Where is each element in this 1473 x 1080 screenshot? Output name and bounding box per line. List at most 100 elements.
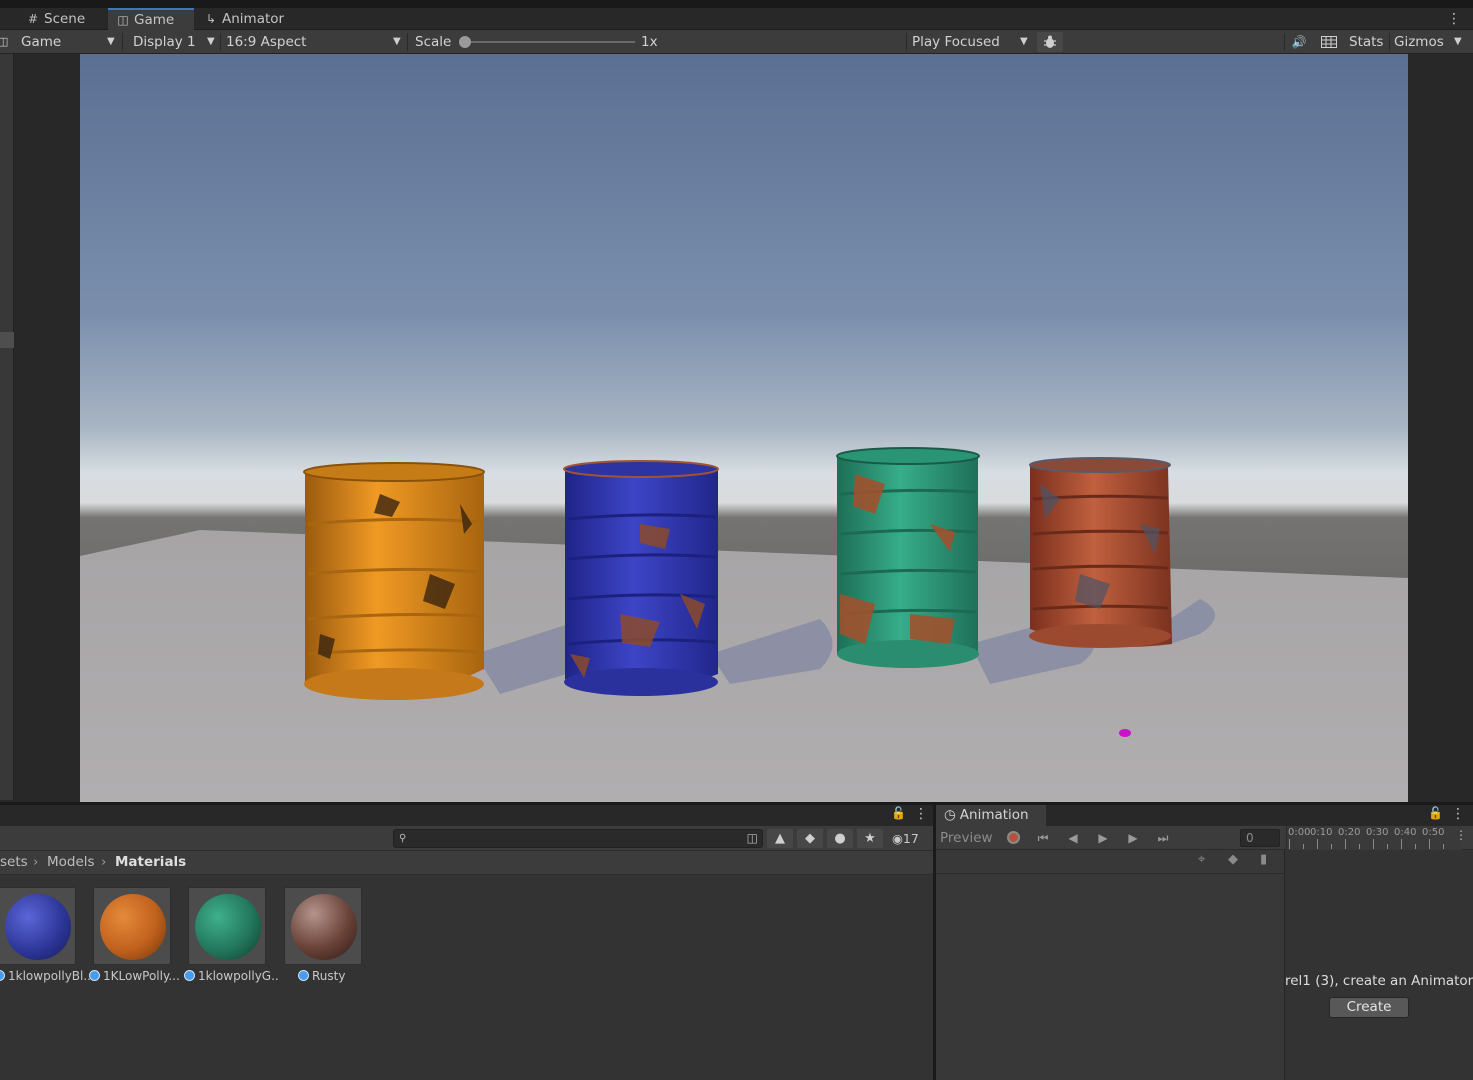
next-keyframe-icon[interactable]: ▶ bbox=[1120, 828, 1146, 848]
scale-slider-track[interactable] bbox=[463, 41, 635, 43]
toolbar-divider bbox=[1284, 33, 1285, 51]
ruler-tick bbox=[1415, 844, 1416, 849]
toolbar-divider bbox=[906, 33, 907, 51]
previous-keyframe-icon[interactable]: ◀ bbox=[1060, 828, 1086, 848]
ruler-tick bbox=[1401, 839, 1402, 849]
material-sphere bbox=[100, 894, 166, 960]
grid-icon: # bbox=[27, 12, 39, 26]
aspect-select-chevron-down-icon[interactable]: ▼ bbox=[393, 30, 401, 54]
filter-by-label-icon[interactable]: ◆ bbox=[797, 829, 823, 848]
left-panel-scroll-marker[interactable] bbox=[0, 332, 14, 348]
ruler-label: 0:10 bbox=[1310, 827, 1333, 838]
stats-button[interactable]: Stats bbox=[1349, 30, 1383, 54]
lock-icon[interactable]: 🔓 bbox=[1428, 806, 1443, 820]
add-keyframe-icon[interactable]: ◆ bbox=[1228, 852, 1238, 867]
eye-icon: ◉ bbox=[892, 831, 903, 846]
asset-thumbnail bbox=[0, 887, 76, 965]
display-select-chevron-down-icon[interactable]: ▼ bbox=[207, 30, 215, 54]
barrel-orange[interactable] bbox=[303, 462, 485, 700]
asset-label: Rusty bbox=[298, 969, 394, 983]
left-collapsed-panel bbox=[0, 54, 14, 800]
create-button[interactable]: Create bbox=[1329, 997, 1409, 1018]
search-by-type-icon[interactable]: ◫ bbox=[747, 830, 758, 847]
view-select-chevron-down-icon[interactable]: ▼ bbox=[107, 30, 115, 54]
tab-menu-kebab-icon[interactable]: ⋮ bbox=[1447, 10, 1461, 28]
display-select[interactable]: Display 1 bbox=[133, 30, 196, 54]
frame-field[interactable]: 0 bbox=[1240, 829, 1280, 847]
tab-animation[interactable]: ◷ Animation bbox=[936, 805, 1046, 826]
scale-value: 1x bbox=[641, 34, 658, 50]
material-icon bbox=[89, 970, 100, 981]
ruler-tick bbox=[1373, 839, 1374, 849]
breadcrumb-item[interactable]: sets bbox=[0, 851, 28, 873]
project-menu-kebab-icon[interactable]: ⋮ bbox=[914, 806, 928, 822]
barrel-green[interactable] bbox=[836, 447, 980, 668]
favorite-star-icon[interactable]: ★ bbox=[857, 829, 883, 848]
window-icon: ◫ bbox=[0, 35, 9, 48]
tab-animator[interactable]: ↳ Animator bbox=[196, 8, 294, 30]
barrel-blue[interactable] bbox=[563, 460, 719, 696]
animation-menu-kebab-icon[interactable]: ⋮ bbox=[1451, 806, 1465, 822]
hidden-count: 17 bbox=[902, 831, 919, 846]
ruler-tick bbox=[1443, 844, 1444, 849]
ruler-label: 0:50 bbox=[1422, 827, 1445, 838]
ruler-tick bbox=[1303, 844, 1304, 849]
editor-tab-bar: # Scene ◫ Game ↳ Animator ⋮ bbox=[0, 8, 1473, 30]
filter-by-selection-icon[interactable]: ⌖ bbox=[1198, 852, 1205, 867]
material-sphere bbox=[291, 894, 357, 960]
keyboard-icon[interactable] bbox=[1318, 32, 1340, 52]
play-mode-select[interactable]: Play Focused bbox=[912, 30, 1000, 54]
ruler-tick bbox=[1289, 839, 1290, 849]
tab-scene[interactable]: # Scene bbox=[18, 8, 95, 30]
search-icon: ⚲ bbox=[399, 833, 407, 844]
breadcrumb: sets › Models › Materials bbox=[0, 851, 933, 875]
toolbar-divider bbox=[122, 33, 123, 51]
lock-icon[interactable]: 🔓 bbox=[891, 806, 906, 820]
ruler-tick bbox=[1331, 844, 1332, 849]
scale-slider-thumb[interactable] bbox=[459, 36, 471, 48]
last-keyframe-icon[interactable]: ⏭ bbox=[1150, 828, 1176, 848]
timeline-ruler[interactable]: 0:00 0:10 0:20 0:30 0:40 0:50 ⋮ bbox=[1286, 826, 1467, 850]
preview-toggle[interactable]: Preview bbox=[940, 826, 993, 850]
ruler-tick bbox=[1345, 839, 1346, 849]
first-keyframe-icon[interactable]: ⏮ bbox=[1030, 828, 1056, 848]
tab-game-label: Game bbox=[134, 12, 175, 28]
material-icon bbox=[298, 970, 309, 981]
ruler-menu-kebab-icon[interactable]: ⋮ bbox=[1455, 828, 1467, 842]
project-search-input[interactable]: ⚲ ◫ bbox=[393, 829, 763, 848]
project-panel: 🔓 ⋮ ⚲ ◫ ▲ ◆ ● ★ ◉17 sets › Models › Mate… bbox=[0, 805, 933, 1080]
tab-animator-label: Animator bbox=[222, 11, 285, 27]
window-top-strip bbox=[0, 0, 1473, 8]
asset-label: 1KLowPolly... bbox=[89, 969, 185, 983]
view-select[interactable]: Game bbox=[21, 30, 61, 54]
record-icon[interactable] bbox=[1000, 828, 1026, 848]
animation-panel: ◷ Animation 🔓 ⋮ Preview ⏮ ◀ ▶ ▶ ⏭ 0 0:00 … bbox=[936, 805, 1473, 1080]
animation-property-toolbar: ⌖ ◆ ▮ bbox=[936, 850, 1284, 874]
gizmos-button[interactable]: Gizmos bbox=[1394, 30, 1444, 54]
ruler-label: 0:30 bbox=[1366, 827, 1389, 838]
tab-game[interactable]: ◫ Game bbox=[108, 8, 194, 30]
scale-label: Scale bbox=[415, 34, 452, 50]
hidden-packages-toggle[interactable]: ◉17 bbox=[892, 829, 919, 848]
aspect-select[interactable]: 16:9 Aspect bbox=[226, 30, 306, 54]
ruler-label: 0:20 bbox=[1338, 827, 1361, 838]
add-event-icon[interactable]: ▮ bbox=[1260, 852, 1267, 867]
asset-thumbnail bbox=[284, 887, 362, 965]
project-panel-header: 🔓 ⋮ bbox=[0, 805, 933, 826]
play-mode-chevron-down-icon[interactable]: ▼ bbox=[1020, 30, 1028, 54]
game-viewport[interactable] bbox=[80, 54, 1408, 802]
play-icon[interactable]: ▶ bbox=[1090, 828, 1116, 848]
breadcrumb-current[interactable]: Materials bbox=[115, 851, 186, 873]
game-toolbar: ◫ Game ▼ Display 1 ▼ 16:9 Aspect ▼ Scale… bbox=[0, 30, 1473, 54]
animation-timeline-area: rel1 (3), create an Animator Create bbox=[1284, 850, 1473, 1080]
breadcrumb-item[interactable]: Models bbox=[47, 851, 95, 873]
asset-label: 1klowpollyBl... bbox=[0, 969, 90, 983]
warning-filter-icon[interactable]: ● bbox=[827, 829, 853, 848]
toolbar-divider bbox=[407, 33, 408, 51]
mute-audio-icon[interactable]: 🔊 bbox=[1288, 32, 1310, 52]
filter-by-type-icon[interactable]: ▲ bbox=[767, 829, 793, 848]
barrel-rust[interactable] bbox=[1029, 457, 1172, 648]
bug-icon[interactable] bbox=[1037, 32, 1063, 52]
gizmos-chevron-down-icon[interactable]: ▼ bbox=[1454, 30, 1462, 54]
gamepad-icon: ◫ bbox=[117, 13, 129, 27]
